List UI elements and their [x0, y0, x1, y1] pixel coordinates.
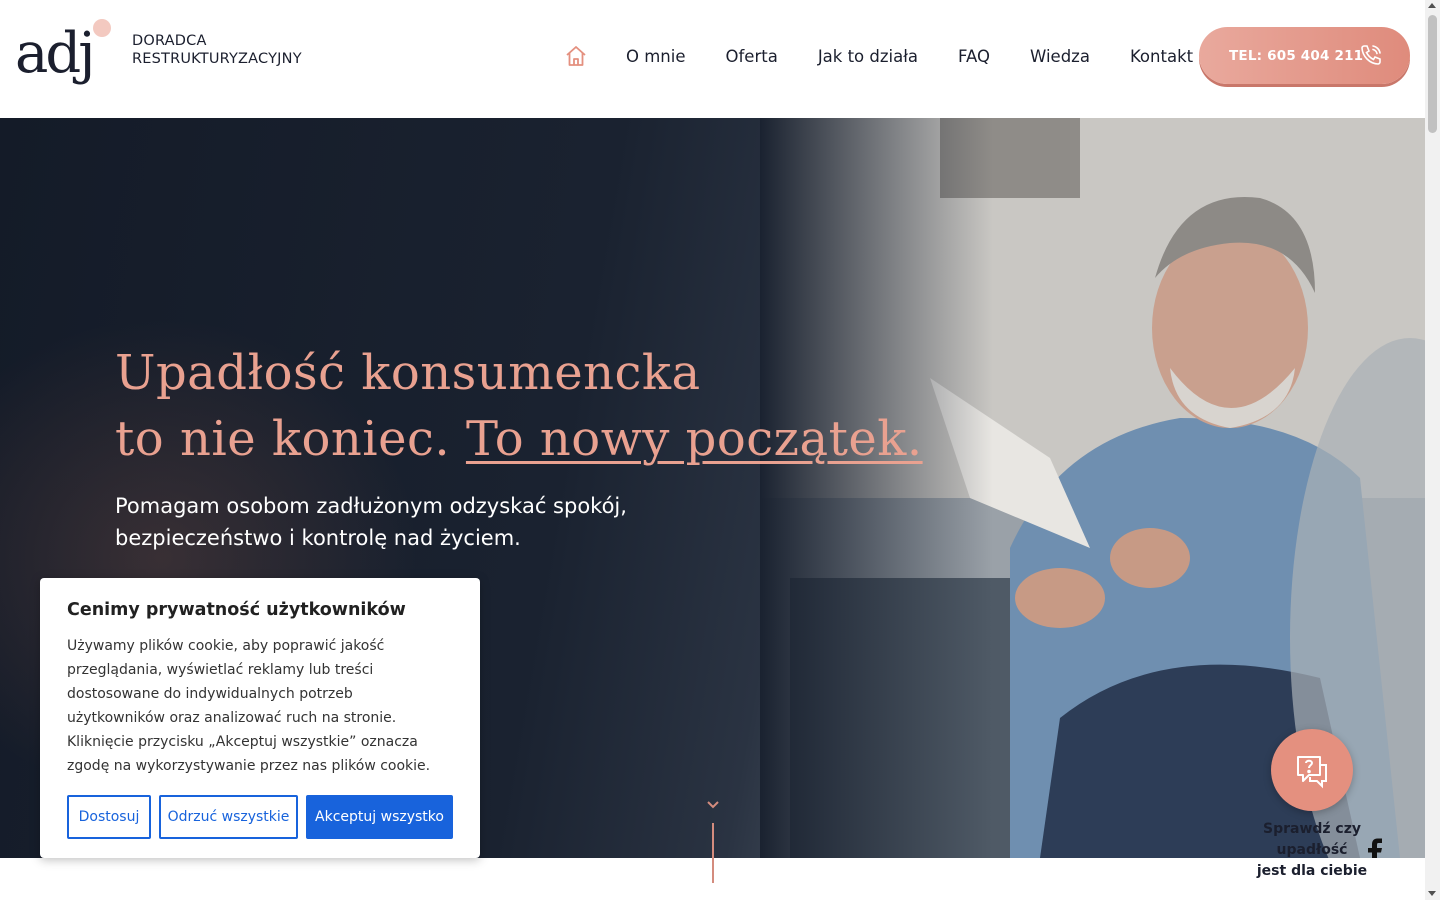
logo-subtitle: DORADCA RESTRUKTURYZACYJNY	[132, 32, 302, 68]
scroll-indicator-line	[712, 823, 714, 858]
scrollbar-thumb[interactable]	[1428, 15, 1437, 133]
help-chat-icon	[1297, 756, 1327, 789]
logo-letters: adj	[15, 21, 93, 86]
hero-subtext: Pomagam osobom zadłużonym odzyskać spokó…	[115, 490, 627, 554]
cookie-reject-button[interactable]: Odrzuć wszystkie	[159, 795, 298, 839]
quiz-widget-label[interactable]: Sprawdź czy upadłość jest dla ciebie	[1226, 819, 1398, 882]
logo-subtitle-line1: DORADCA	[132, 33, 207, 49]
nav-item-o-mnie[interactable]: O mnie	[626, 47, 686, 66]
quiz-widget-label-line2: jest dla ciebie	[1256, 863, 1368, 879]
nav-item-kontakt[interactable]: Kontakt	[1130, 47, 1193, 66]
cookie-customize-button[interactable]: Dostosuj	[67, 795, 151, 839]
headline-line2-underlined: To nowy początek.	[465, 411, 923, 467]
headline-line2: to nie koniec. To nowy początek.	[115, 406, 923, 472]
logo[interactable]: adj	[15, 14, 115, 98]
home-icon[interactable]	[563, 43, 589, 69]
nav-item-faq[interactable]: FAQ	[958, 47, 990, 66]
headline-line2-plain: to nie koniec.	[115, 411, 466, 467]
subtext-line1: Pomagam osobom zadłużonym odzyskać spokó…	[115, 494, 627, 518]
headline-line1: Upadłość konsumencka	[115, 345, 701, 401]
scrollbar[interactable]	[1425, 0, 1440, 900]
scroll-up-arrow[interactable]	[1428, 3, 1436, 8]
scroll-down-arrow[interactable]	[1428, 891, 1436, 896]
phone-icon	[1358, 42, 1384, 68]
quiz-widget-label-line1: Sprawdź czy upadłość	[1262, 821, 1361, 858]
subtext-line2: bezpieczeństwo i kontrolę nad życiem.	[115, 526, 521, 550]
quiz-widget-button[interactable]	[1271, 729, 1353, 811]
cookie-title: Cenimy prywatność użytkowników	[67, 600, 406, 620]
phone-button-label: TEL: 605 404 211	[1229, 47, 1364, 64]
logo-subtitle-line2: RESTRUKTURYZACYJNY	[132, 51, 302, 67]
site-header: adj DORADCA RESTRUKTURYZACYJNY O mnie Of…	[0, 0, 1425, 118]
chevron-down-icon[interactable]	[706, 800, 720, 810]
hero-headline: Upadłość konsumencka to nie koniec. To n…	[115, 340, 923, 472]
phone-button[interactable]: TEL: 605 404 211	[1199, 27, 1410, 84]
cookie-banner: Cenimy prywatność użytkowników Używamy p…	[40, 578, 480, 858]
cookie-buttons: Dostosuj Odrzuć wszystkie Akceptuj wszys…	[67, 795, 453, 839]
nav-item-jak-to-dziala[interactable]: Jak to działa	[818, 47, 918, 66]
nav-item-wiedza[interactable]: Wiedza	[1030, 47, 1090, 66]
main-nav: O mnie Oferta Jak to działa FAQ Wiedza K…	[563, 0, 1233, 112]
nav-item-oferta[interactable]: Oferta	[726, 47, 778, 66]
scroll-indicator-line-bottom	[712, 858, 714, 883]
cookie-text: Używamy plików cookie, aby poprawić jako…	[67, 638, 431, 774]
cookie-accept-button[interactable]: Akceptuj wszystko	[306, 795, 453, 839]
